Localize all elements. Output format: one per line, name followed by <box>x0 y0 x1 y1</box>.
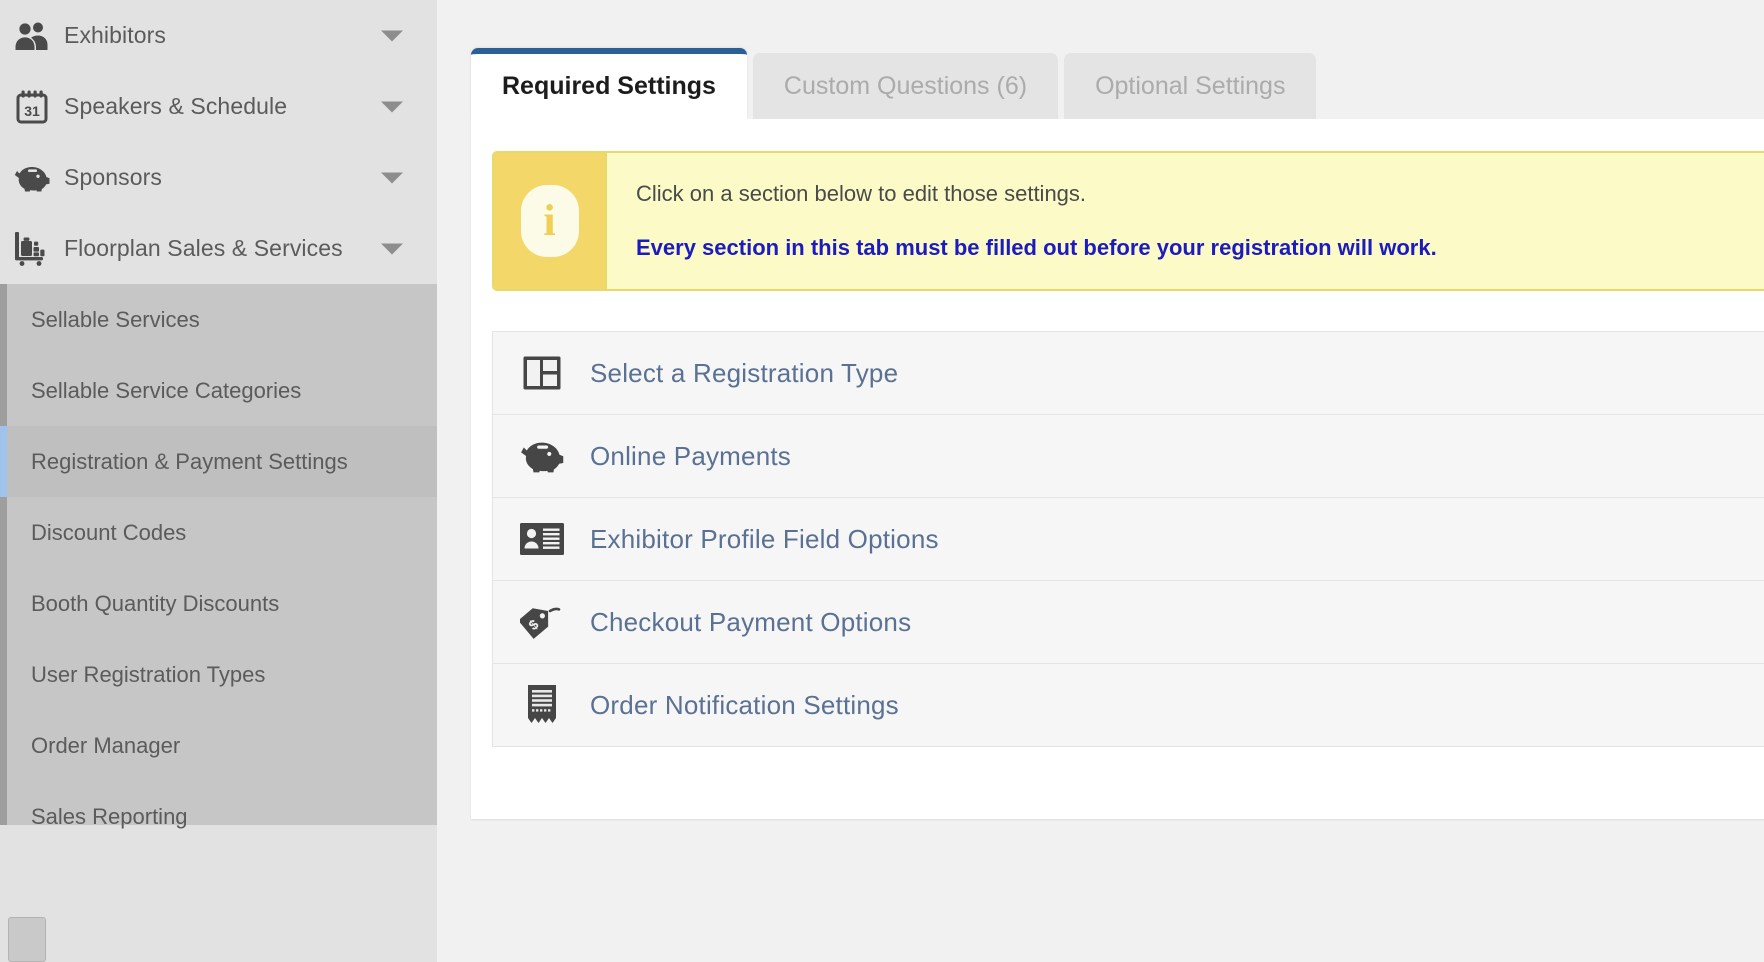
tab-panel-required-settings: i Click on a section below to edit those… <box>471 119 1764 819</box>
sidebar-item-discount-codes[interactable]: Discount Codes <box>0 497 437 568</box>
tab-optional-settings[interactable]: Optional Settings <box>1064 53 1317 119</box>
section-row-label: Exhibitor Profile Field Options <box>590 523 939 554</box>
sidebar-subitem-label: User Registration Types <box>31 661 266 687</box>
tab-required-settings[interactable]: Required Settings <box>471 48 747 119</box>
sidebar-item-sellable-services[interactable]: Sellable Services <box>0 284 437 355</box>
people-icon <box>6 21 58 51</box>
sidebar-submenu: Sellable Services Sellable Service Categ… <box>0 284 437 852</box>
sidebar-item-label: Speakers & Schedule <box>64 93 288 119</box>
price-tag-dollar-icon: $ <box>493 602 590 642</box>
app-root: Exhibitors 31 Speakers & Schedule Sponso… <box>0 0 1764 962</box>
sidebar-item-order-manager[interactable]: Order Manager <box>0 710 437 781</box>
piggy-bank-icon <box>6 164 58 192</box>
sidebar-subitem-label: Order Manager <box>31 732 181 758</box>
sidebar-subitem-label: Sellable Services <box>31 306 200 332</box>
sidebar-subitem-label: Sales Reporting <box>31 803 188 829</box>
piggy-bank-icon <box>493 439 590 473</box>
section-row-select-a-registration-type[interactable]: Select a Registration Type <box>493 332 1764 415</box>
section-row-exhibitor-profile-field-options[interactable]: Exhibitor Profile Field Options <box>493 498 1764 581</box>
sidebar-item-floorplan-sales-services[interactable]: Floorplan Sales & Services <box>0 213 437 284</box>
info-icon-glyph: i <box>520 185 579 257</box>
sidebar-item-label: Sponsors <box>64 164 162 190</box>
section-row-label: Order Notification Settings <box>590 689 899 720</box>
sidebar-item-registration-payment-settings[interactable]: Registration & Payment Settings <box>0 426 437 497</box>
sidebar-subitem-label: Registration & Payment Settings <box>31 448 348 474</box>
sidebar-nav-top: Exhibitors 31 Speakers & Schedule Sponso… <box>0 0 437 284</box>
chevron-down-icon[interactable] <box>381 30 403 41</box>
main-content: Required Settings Custom Questions (6) O… <box>437 0 1764 962</box>
info-alert-line-1: Click on a section below to edit those s… <box>636 181 1087 206</box>
section-row-online-payments[interactable]: Online Payments <box>493 415 1764 498</box>
info-icon: i <box>494 153 607 289</box>
sidebar-item-label: Exhibitors <box>64 22 166 48</box>
sidebar-item-booth-quantity-discounts[interactable]: Booth Quantity Discounts <box>0 568 437 639</box>
sidebar-item-speakers-schedule[interactable]: 31 Speakers & Schedule <box>0 71 437 142</box>
svg-text:31: 31 <box>24 103 40 119</box>
section-row-label: Select a Registration Type <box>590 357 899 388</box>
sidebar-subitem-label: Booth Quantity Discounts <box>31 590 280 616</box>
tab-label: Custom Questions (6) <box>783 71 1028 100</box>
luggage-cart-icon <box>6 231 58 266</box>
section-row-checkout-payment-options[interactable]: $ Checkout Payment Options <box>493 581 1764 664</box>
chevron-down-icon[interactable] <box>381 172 403 183</box>
sidebar-footer-button[interactable] <box>8 917 46 962</box>
sidebar-item-sponsors[interactable]: Sponsors <box>0 142 437 213</box>
calendar-31-icon: 31 <box>6 90 58 124</box>
chevron-down-icon[interactable] <box>381 243 403 254</box>
sidebar-subitem-label: Discount Codes <box>31 519 187 545</box>
tab-label: Required Settings <box>502 72 716 100</box>
id-card-icon <box>493 522 590 556</box>
sidebar: Exhibitors 31 Speakers & Schedule Sponso… <box>0 0 437 962</box>
section-row-label: Checkout Payment Options <box>590 606 912 637</box>
sidebar-subitem-label: Sellable Service Categories <box>31 377 302 403</box>
info-alert: i Click on a section below to edit those… <box>492 151 1764 291</box>
tab-label: Optional Settings <box>1095 71 1286 100</box>
sidebar-item-user-registration-types[interactable]: User Registration Types <box>0 639 437 710</box>
layout-panels-icon <box>493 355 590 391</box>
tab-bar: Required Settings Custom Questions (6) O… <box>471 48 1764 119</box>
sidebar-item-exhibitors[interactable]: Exhibitors <box>0 0 437 71</box>
settings-section-list: Select a Registration Type Online Paymen… <box>492 331 1764 747</box>
section-row-label: Online Payments <box>590 440 791 471</box>
info-alert-line-2: Every section in this tab must be filled… <box>636 235 1437 260</box>
settings-card: Required Settings Custom Questions (6) O… <box>471 48 1764 819</box>
sidebar-item-label: Floorplan Sales & Services <box>64 235 343 261</box>
receipt-icon <box>493 684 590 726</box>
tab-custom-questions[interactable]: Custom Questions (6) <box>752 53 1059 119</box>
info-alert-body: Click on a section below to edit those s… <box>607 153 1461 289</box>
sidebar-item-sales-reporting[interactable]: Sales Reporting <box>0 781 437 852</box>
chevron-down-icon[interactable] <box>381 101 403 112</box>
sidebar-item-sellable-service-categories[interactable]: Sellable Service Categories <box>0 355 437 426</box>
card-bottom-padding <box>471 747 1764 811</box>
section-row-order-notification-settings[interactable]: Order Notification Settings <box>493 664 1764 747</box>
